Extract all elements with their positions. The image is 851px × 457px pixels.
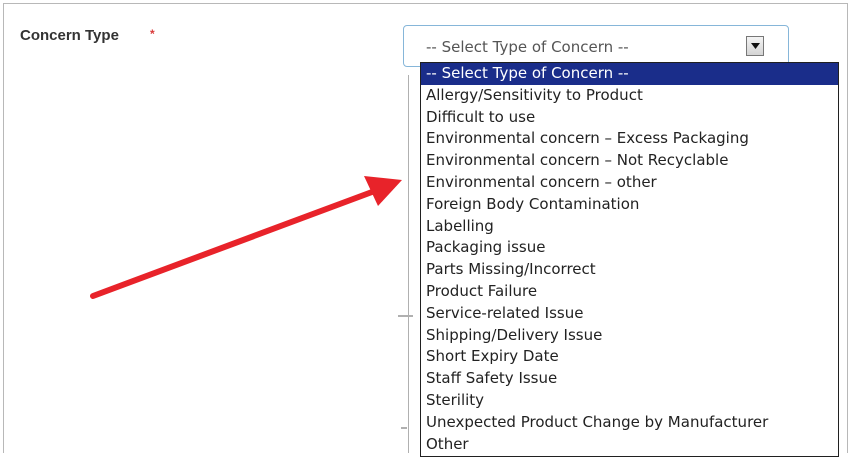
annotation-arrow — [90, 176, 402, 299]
